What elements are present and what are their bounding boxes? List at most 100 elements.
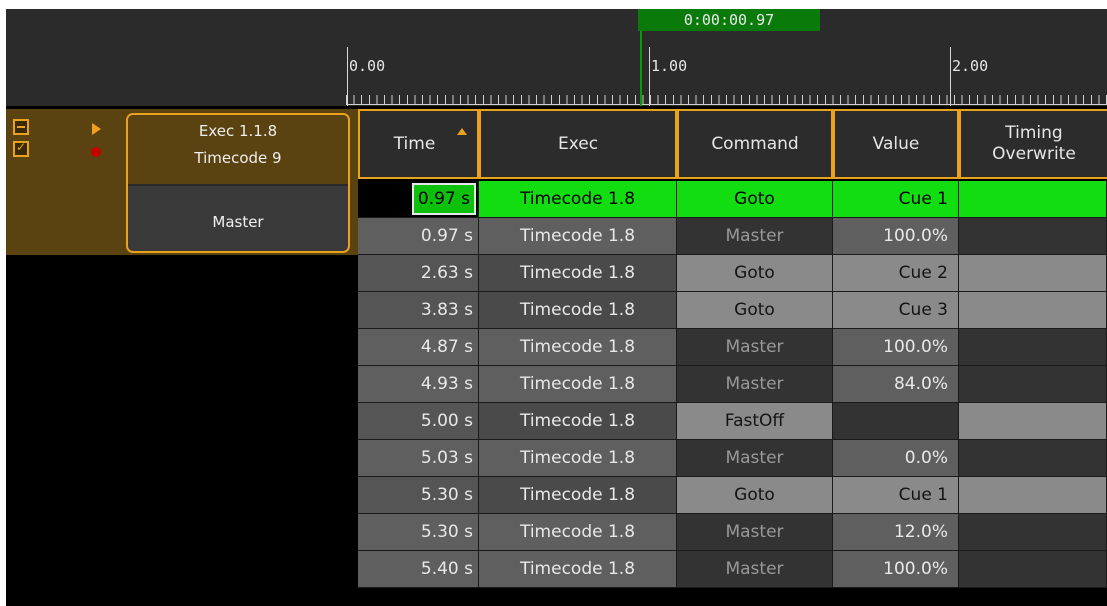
value-cell[interactable]: Cue 3: [833, 292, 959, 329]
executor-button[interactable]: Exec 1.1.8 Timecode 9 Master: [126, 113, 350, 253]
command-cell-text: Goto: [734, 485, 775, 505]
table-row[interactable]: 5.40 s Timecode 1.8 Master 100.0%: [358, 551, 1107, 588]
command-cell[interactable]: Master: [677, 366, 833, 403]
time-cell-text: 5.40 s: [420, 559, 473, 579]
command-cell-text: Goto: [734, 263, 775, 283]
sort-ascending-icon: [457, 128, 467, 135]
time-cell[interactable]: 5.03 s: [358, 440, 479, 477]
timing-overwrite-cell[interactable]: [959, 292, 1107, 329]
command-cell[interactable]: Goto: [677, 255, 833, 292]
command-cell[interactable]: FastOff: [677, 403, 833, 440]
table-row[interactable]: 4.87 s Timecode 1.8 Master 100.0%: [358, 329, 1107, 366]
table-row[interactable]: 2.63 s Timecode 1.8 Goto Cue 2: [358, 255, 1107, 292]
value-cell[interactable]: Cue 1: [833, 477, 959, 514]
collapse-toggle-icon[interactable]: [13, 119, 29, 135]
exec-cell[interactable]: Timecode 1.8: [479, 403, 677, 440]
ruler-label-0: 0.00: [349, 57, 386, 75]
playhead-line[interactable]: [640, 31, 642, 106]
exec-cell[interactable]: Timecode 1.8: [479, 440, 677, 477]
exec-cell-text: Timecode 1.8: [519, 522, 636, 542]
table-row[interactable]: 3.83 s Timecode 1.8 Goto Cue 3: [358, 292, 1107, 329]
time-cell-text: 4.87 s: [420, 337, 473, 357]
record-icon[interactable]: [91, 147, 101, 157]
value-cell[interactable]: Cue 2: [833, 255, 959, 292]
exec-cell-text: Timecode 1.8: [519, 448, 636, 468]
time-cell-text: 2.63 s: [420, 263, 473, 283]
value-cell[interactable]: Cue 1: [833, 181, 959, 218]
table-row[interactable]: 0.97 s Timecode 1.8 Master 100.0%: [358, 218, 1107, 255]
command-cell[interactable]: Goto: [677, 181, 833, 218]
table-row[interactable]: 5.30 s Timecode 1.8 Master 12.0%: [358, 514, 1107, 551]
exec-cell[interactable]: Timecode 1.8: [479, 329, 677, 366]
command-cell[interactable]: Goto: [677, 477, 833, 514]
timing-overwrite-cell[interactable]: [959, 218, 1107, 255]
timing-overwrite-cell[interactable]: [959, 551, 1107, 588]
timing-overwrite-cell[interactable]: [959, 329, 1107, 366]
value-cell-text: 84.0%: [893, 374, 948, 394]
command-cell[interactable]: Master: [677, 551, 833, 588]
timing-overwrite-cell[interactable]: [959, 255, 1107, 292]
table-row[interactable]: 5.00 s Timecode 1.8 FastOff: [358, 403, 1107, 440]
column-header-timing-overwrite[interactable]: Timing Overwrite: [959, 109, 1107, 179]
timing-overwrite-cell[interactable]: [959, 477, 1107, 514]
value-cell[interactable]: 100.0%: [833, 551, 959, 588]
column-header-exec[interactable]: Exec: [479, 109, 677, 179]
value-cell[interactable]: 100.0%: [833, 218, 959, 255]
timing-overwrite-cell[interactable]: [959, 514, 1107, 551]
column-header-time[interactable]: Time: [358, 109, 479, 179]
table-row[interactable]: 0.97 s Timecode 1.8 Goto Cue 1: [358, 181, 1107, 218]
exec-cell[interactable]: Timecode 1.8: [479, 366, 677, 403]
time-cell[interactable]: 3.83 s: [358, 292, 479, 329]
column-header-value[interactable]: Value: [833, 109, 959, 179]
value-cell[interactable]: 84.0%: [833, 366, 959, 403]
command-cell[interactable]: Master: [677, 329, 833, 366]
command-cell-text: Goto: [734, 189, 775, 209]
time-cell[interactable]: 5.30 s: [358, 514, 479, 551]
command-cell-text: Master: [725, 226, 784, 246]
exec-cell[interactable]: Timecode 1.8: [479, 292, 677, 329]
column-header-exec-label: Exec: [557, 133, 599, 154]
value-cell[interactable]: 100.0%: [833, 329, 959, 366]
table-row[interactable]: 5.30 s Timecode 1.8 Goto Cue 1: [358, 477, 1107, 514]
exec-cell[interactable]: Timecode 1.8: [479, 181, 677, 218]
table-row[interactable]: 5.03 s Timecode 1.8 Master 0.0%: [358, 440, 1107, 477]
time-cell[interactable]: 5.00 s: [358, 403, 479, 440]
time-cell[interactable]: 5.40 s: [358, 551, 479, 588]
exec-cell[interactable]: Timecode 1.8: [479, 255, 677, 292]
command-cell[interactable]: Master: [677, 218, 833, 255]
command-cell[interactable]: Master: [677, 514, 833, 551]
time-cell[interactable]: 4.87 s: [358, 329, 479, 366]
time-cell[interactable]: 2.63 s: [358, 255, 479, 292]
play-icon[interactable]: [92, 123, 101, 135]
ruler-baseline: [346, 104, 1107, 105]
timing-overwrite-cell[interactable]: [959, 403, 1107, 440]
column-header-command[interactable]: Command: [677, 109, 833, 179]
playhead-time-display[interactable]: 0:00:00.97: [638, 9, 820, 31]
timeline-ruler[interactable]: 0.00 1.00 2.00 0:00:00.97: [6, 9, 1107, 106]
value-cell[interactable]: [833, 403, 959, 440]
exec-cell[interactable]: Timecode 1.8: [479, 551, 677, 588]
exec-cell-text: Timecode 1.8: [519, 411, 636, 431]
value-cell-text: 100.0%: [883, 559, 948, 579]
command-cell[interactable]: Goto: [677, 292, 833, 329]
time-cell-text: 5.00 s: [420, 411, 473, 431]
exec-cell[interactable]: Timecode 1.8: [479, 218, 677, 255]
timing-overwrite-cell[interactable]: [959, 181, 1107, 218]
exec-cell-text: Timecode 1.8: [519, 559, 636, 579]
exec-cell[interactable]: Timecode 1.8: [479, 514, 677, 551]
time-cell[interactable]: 0.97 s: [358, 218, 479, 255]
track-enable-checkbox[interactable]: ✓: [13, 140, 29, 157]
command-cell-text: Master: [725, 337, 784, 357]
value-cell[interactable]: 12.0%: [833, 514, 959, 551]
time-cell[interactable]: 4.93 s: [358, 366, 479, 403]
table-row[interactable]: 4.93 s Timecode 1.8 Master 84.0%: [358, 366, 1107, 403]
time-cell[interactable]: 5.30 s: [358, 477, 479, 514]
command-cell[interactable]: Master: [677, 440, 833, 477]
timing-overwrite-cell[interactable]: [959, 366, 1107, 403]
exec-cell[interactable]: Timecode 1.8: [479, 477, 677, 514]
column-header-time-label: Time: [393, 133, 436, 154]
value-cell[interactable]: 0.0%: [833, 440, 959, 477]
timing-overwrite-cell[interactable]: [959, 440, 1107, 477]
time-cell[interactable]: 0.97 s: [358, 181, 479, 218]
time-cell-text: 5.30 s: [420, 522, 473, 542]
